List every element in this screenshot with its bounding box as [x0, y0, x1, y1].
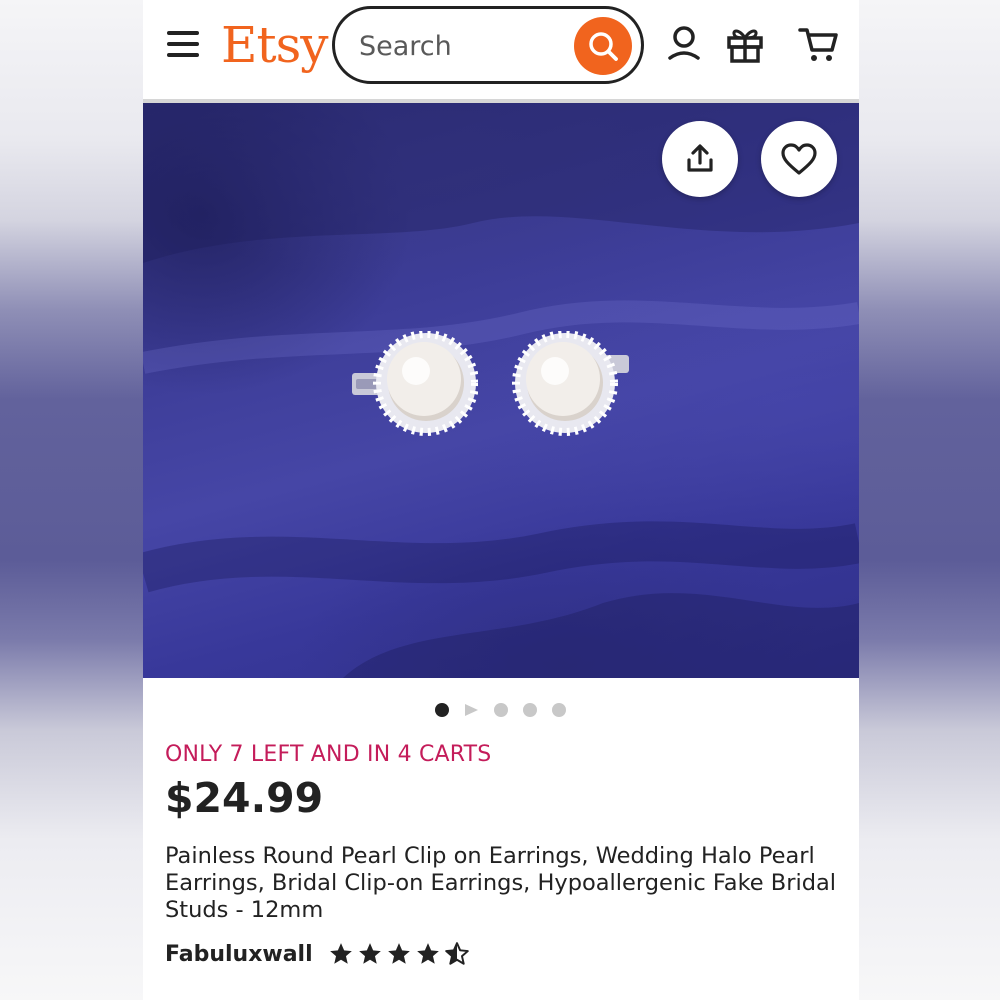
carousel-dot[interactable]	[523, 703, 537, 717]
carousel-indicator	[433, 701, 573, 719]
gift-icon[interactable]	[724, 22, 766, 66]
earring-right	[512, 331, 629, 436]
shop-rating-row: Fabuluxwall	[165, 938, 471, 970]
share-icon	[687, 144, 713, 172]
cart-icon[interactable]	[798, 22, 840, 66]
earring-left	[352, 331, 478, 436]
search-input[interactable]	[357, 25, 561, 67]
star-full-icon	[358, 943, 381, 964]
carousel-dot[interactable]	[494, 703, 508, 717]
favorite-button[interactable]	[761, 121, 837, 197]
etsy-logo[interactable]: Etsy	[221, 13, 328, 77]
listing-price: $24.99	[165, 774, 324, 822]
listing-title: Painless Round Pearl Clip on Earrings, W…	[165, 843, 837, 923]
satin-fabric	[143, 103, 859, 678]
menu-icon[interactable]	[165, 28, 201, 60]
search-icon	[589, 32, 618, 61]
search-bar[interactable]	[332, 6, 644, 84]
star-rating[interactable]	[327, 941, 471, 967]
star-half-icon	[444, 942, 469, 965]
account-icon[interactable]	[663, 22, 705, 66]
video-play-icon[interactable]	[463, 703, 479, 717]
heart-icon	[781, 143, 817, 175]
shop-name-link[interactable]: Fabuluxwall	[165, 942, 313, 967]
search-button[interactable]	[574, 17, 632, 75]
star-full-icon	[387, 943, 410, 964]
carousel-dot[interactable]	[552, 703, 566, 717]
share-button[interactable]	[662, 121, 738, 197]
star-full-icon	[416, 943, 439, 964]
carousel-dot-active[interactable]	[435, 703, 449, 717]
phone-screen: Etsy Search ONLY 7 LEFT AND IN 4 CARTS $…	[143, 0, 859, 1000]
stock-notice: ONLY 7 LEFT AND IN 4 CARTS	[165, 742, 492, 767]
top-header: Etsy	[143, 0, 859, 100]
star-full-icon	[329, 943, 352, 964]
listing-image[interactable]	[143, 103, 859, 678]
